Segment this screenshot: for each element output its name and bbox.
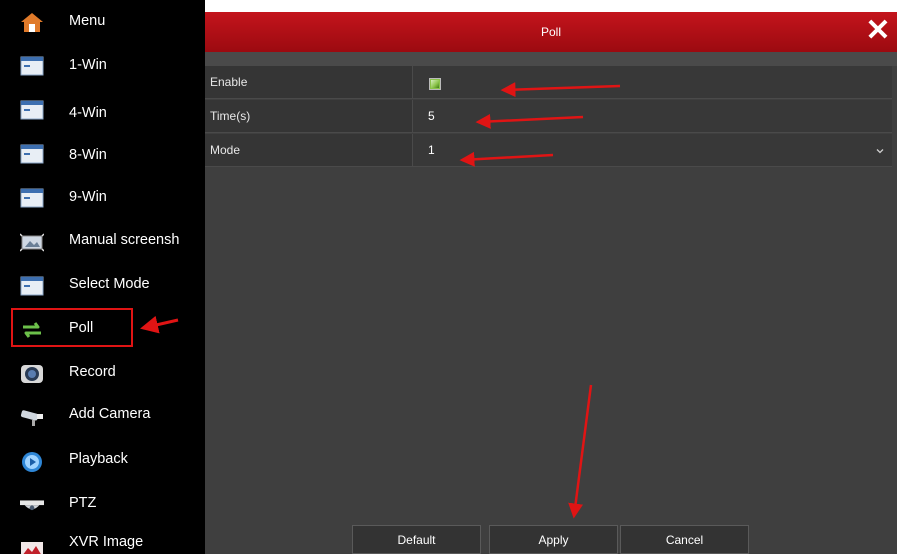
time-row: Time(s) 5 — [205, 100, 892, 133]
menu-item-label: 8-Win — [69, 147, 107, 163]
close-button[interactable]: ✕ — [863, 15, 893, 47]
mode-row: Mode 1 — [205, 134, 892, 167]
menu-item-9-win[interactable]: 9-Win — [0, 176, 205, 220]
enable-label: Enable — [210, 75, 248, 89]
time-value: 5 — [428, 109, 435, 123]
menu-item-select-mode[interactable]: Select Mode — [0, 264, 205, 308]
image-icon — [20, 539, 44, 554]
menu-item-xvr-image[interactable]: XVR Image — [0, 528, 205, 554]
cancel-button[interactable]: Cancel — [620, 525, 749, 554]
record-icon — [20, 363, 44, 385]
menu-item-menu[interactable]: Menu — [0, 0, 205, 44]
menu-item-label: Playback — [69, 451, 128, 467]
side-menu: Menu 1-Win 4-Win 8-Win 9-Win Manual scre… — [0, 0, 205, 554]
playback-icon — [20, 451, 44, 473]
window-icon — [20, 55, 44, 77]
time-input[interactable]: 5 — [412, 100, 892, 132]
time-label: Time(s) — [210, 109, 251, 123]
menu-item-label: XVR Image — [69, 534, 144, 550]
dialog-title: Poll — [540, 25, 561, 39]
camera-icon — [20, 407, 44, 429]
menu-item-ptz[interactable]: PTZ — [0, 484, 205, 528]
poll-highlight-box — [11, 308, 133, 347]
menu-item-label: Menu — [69, 13, 106, 29]
window-icon — [20, 143, 44, 165]
enable-row: Enable — [205, 66, 892, 99]
chevron-down-icon — [876, 149, 884, 154]
mode-select[interactable]: 1 — [412, 134, 892, 166]
menu-item-record[interactable]: Record — [0, 352, 205, 396]
screenshot-icon — [20, 231, 44, 253]
menu-item-label: Manual screensh — [69, 232, 180, 248]
enable-checkbox[interactable] — [429, 78, 441, 90]
mode-value: 1 — [428, 143, 435, 157]
menu-item-label: Select Mode — [69, 276, 150, 292]
enable-value-cell — [412, 66, 892, 98]
menu-item-8-win[interactable]: 8-Win — [0, 132, 205, 176]
menu-item-add-camera[interactable]: Add Camera — [0, 396, 205, 440]
menu-item-manual-screenshot[interactable]: Manual screensh — [0, 220, 205, 264]
title-stripe — [205, 52, 897, 66]
menu-item-label: PTZ — [69, 495, 97, 511]
window-icon — [20, 187, 44, 209]
ptz-icon — [20, 495, 44, 517]
window-icon — [20, 275, 44, 297]
menu-item-4-win[interactable]: 4-Win — [0, 88, 205, 132]
window-icon — [20, 99, 44, 121]
apply-button[interactable]: Apply — [489, 525, 618, 554]
menu-item-label: 4-Win — [69, 105, 107, 121]
default-button[interactable]: Default — [352, 525, 481, 554]
menu-item-label: Add Camera — [69, 406, 151, 422]
mode-label: Mode — [210, 143, 241, 157]
menu-item-label: 9-Win — [69, 189, 107, 205]
menu-item-label: 1-Win — [69, 57, 107, 73]
poll-dialog: Poll ✕ Enable Time(s) 5 Mode 1 Default A… — [205, 12, 897, 554]
dialog-title-bar: Poll ✕ — [205, 12, 897, 52]
menu-item-playback[interactable]: Playback — [0, 440, 205, 484]
menu-item-1-win[interactable]: 1-Win — [0, 44, 205, 88]
menu-item-label: Record — [69, 364, 116, 380]
home-icon — [20, 11, 44, 33]
